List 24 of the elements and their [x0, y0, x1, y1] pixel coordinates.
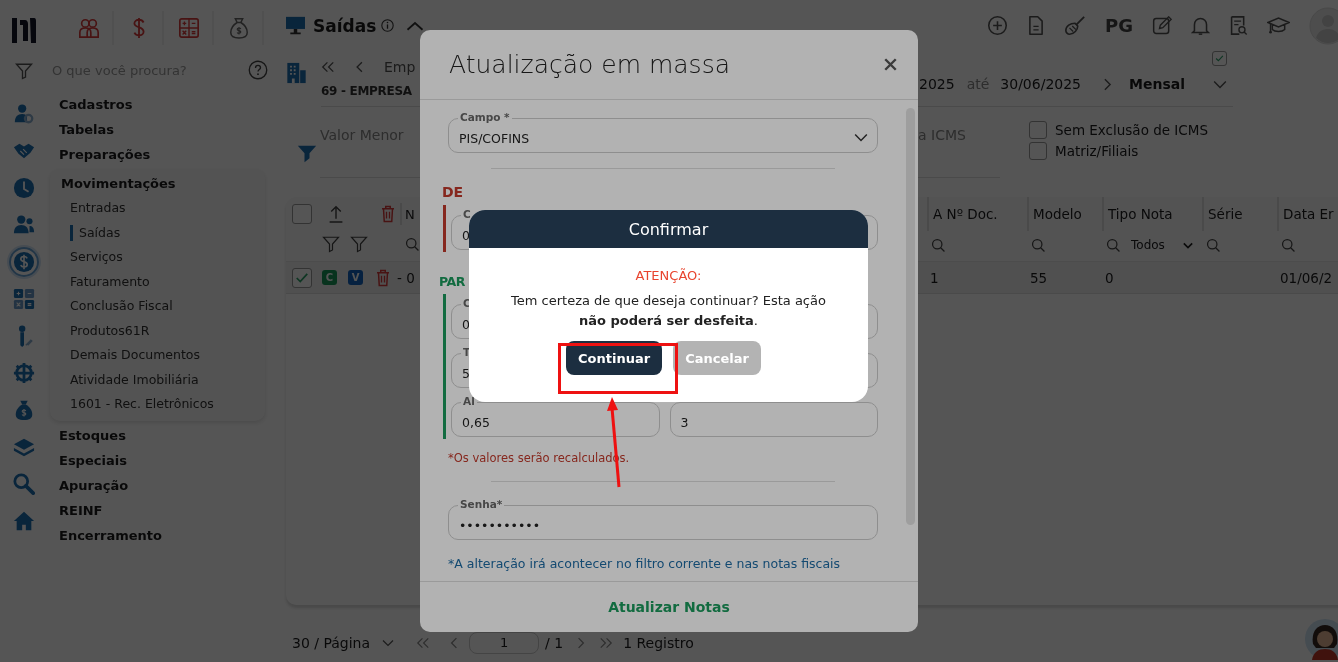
dialog-title: Atualização em massa: [449, 50, 731, 79]
page-title: Saídas: [313, 15, 377, 36]
checkbox-label: Matriz/Filiais: [1055, 143, 1139, 159]
page-total: / 1: [545, 635, 564, 651]
table-cell: 1: [930, 269, 939, 286]
table-cell: 0: [1105, 269, 1114, 286]
status-badge: C: [322, 270, 337, 285]
table-cell-text: - 0: [396, 269, 415, 286]
warning-label: ATENÇÃO:: [634, 268, 703, 283]
status-badge: V: [348, 270, 363, 285]
confirm-message: Tem certeza de que deseja continuar? Esta ação não poderá ser desfeita.: [510, 292, 827, 330]
checkbox-label: Sem Exclusão de ICMS: [1055, 122, 1208, 138]
table-cell: 55: [1030, 269, 1048, 286]
section-heading: DE: [442, 184, 464, 200]
record-count: 1 Registro: [623, 635, 694, 651]
column-header: N: [405, 206, 415, 222]
date-from: 2025: [919, 76, 955, 92]
note-text: *A alteração irá acontecer no filtro corrente e nas notas fiscais: [448, 556, 842, 571]
company-name: 69 - EMPRESA: [321, 84, 413, 98]
date-to: 30/06/2025: [1000, 76, 1082, 92]
table-cell: 01/06/2: [1280, 269, 1333, 286]
section-heading: PAR: [439, 274, 465, 289]
company-label: Emp: [384, 59, 416, 75]
dialog-title: Confirmar: [469, 210, 868, 248]
